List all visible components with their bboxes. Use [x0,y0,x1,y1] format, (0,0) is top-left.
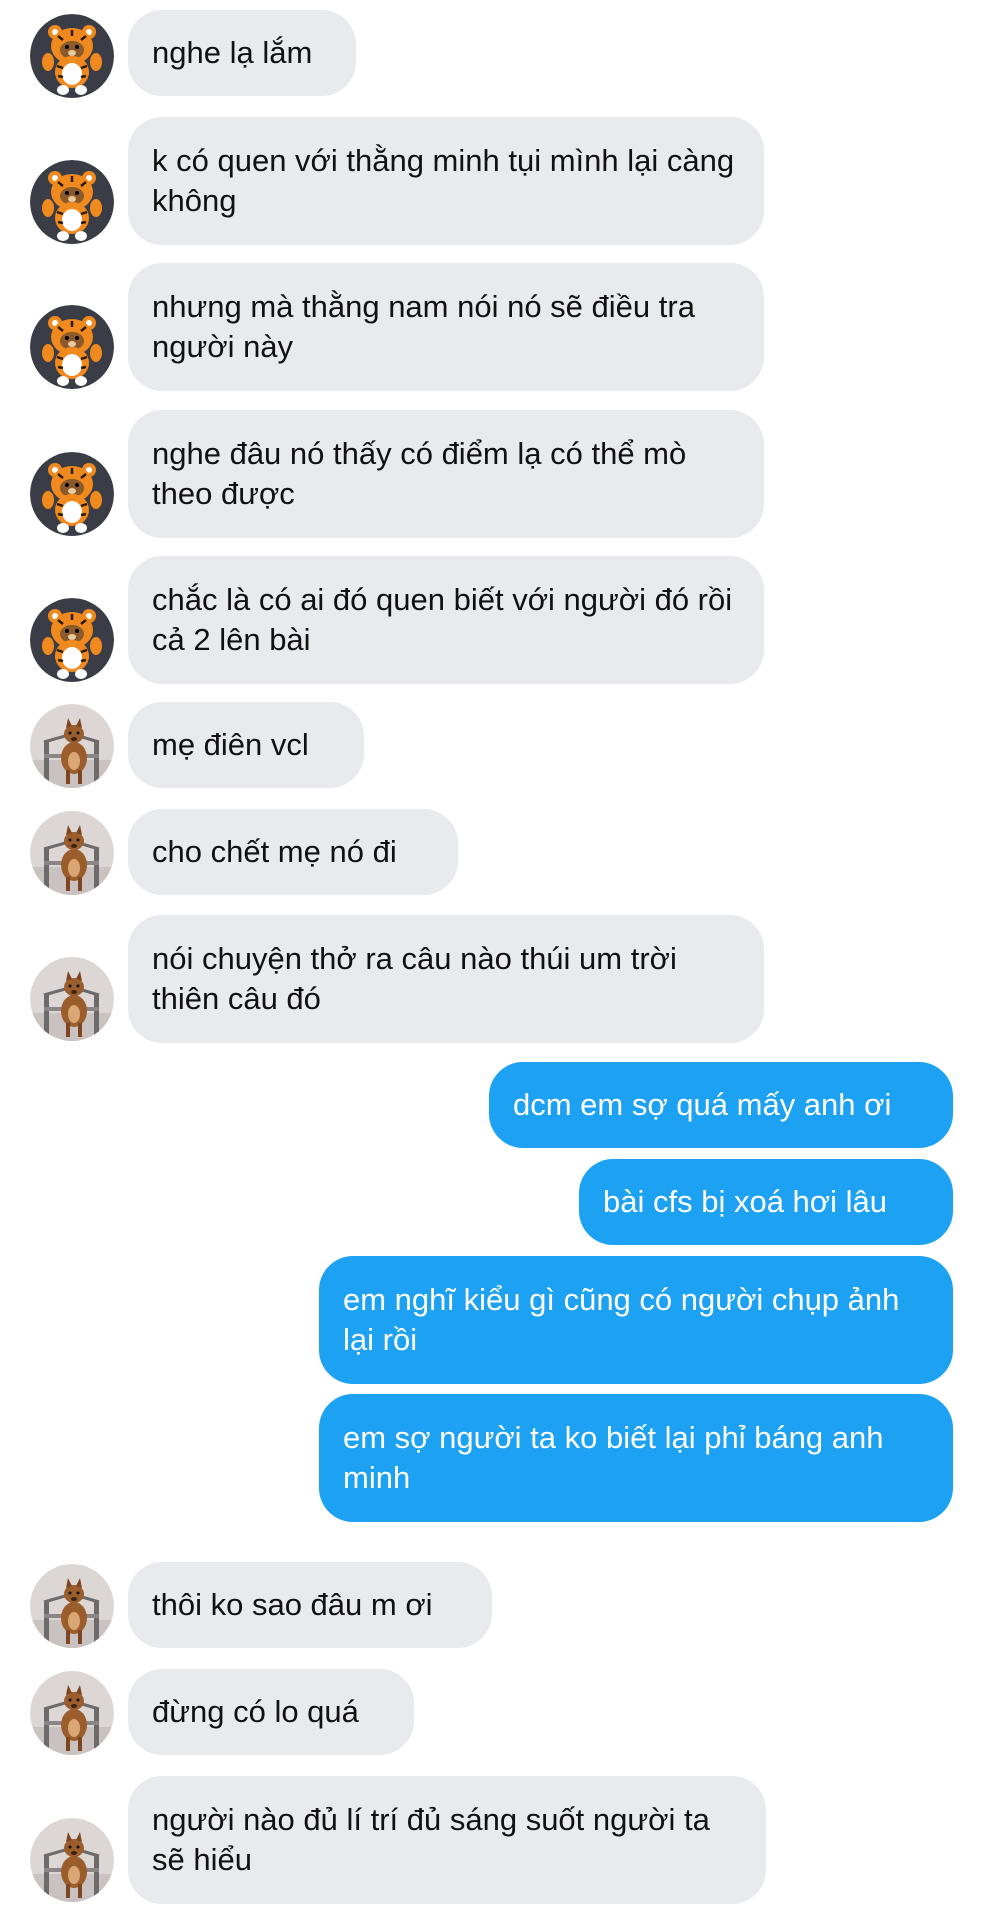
message-row: đừng có lo quá [0,1669,981,1755]
message-row: chắc là có ai đó quen biết với người đó … [0,556,981,684]
message-row: thôi ko sao đâu m ơi [0,1562,981,1648]
message-row: k có quen với thằng minh tụi mình lại cà… [0,117,981,245]
message-bubble[interactable]: đừng có lo quá [128,1669,414,1755]
message-row: nói chuyện thở ra câu nào thúi um trời t… [0,915,981,1043]
message-bubble[interactable]: em sợ người ta ko biết lại phỉ báng anh … [319,1394,953,1522]
message-bubble[interactable]: k có quen với thằng minh tụi mình lại cà… [128,117,764,245]
fox-avatar-icon[interactable] [30,1671,114,1755]
message-bubble[interactable]: mẹ điên vcl [128,702,364,788]
fox-avatar-icon[interactable] [30,1818,114,1902]
tiger-avatar-icon[interactable] [30,598,114,682]
fox-avatar-icon[interactable] [30,957,114,1041]
message-row: nghe đâu nó thấy có điểm lạ có thể mò th… [0,410,981,538]
fox-avatar-icon[interactable] [30,1564,114,1648]
tiger-avatar-icon[interactable] [30,452,114,536]
message-bubble[interactable]: nghe lạ lắm [128,10,356,96]
message-bubble[interactable]: nói chuyện thở ra câu nào thúi um trời t… [128,915,764,1043]
message-bubble[interactable]: cho chết mẹ nó đi [128,809,458,895]
message-bubble[interactable]: thôi ko sao đâu m ơi [128,1562,492,1648]
message-bubble[interactable]: nhưng mà thằng nam nói nó sẽ điều tra ng… [128,263,764,391]
message-row: mẹ điên vcl [0,702,981,788]
tiger-avatar-icon[interactable] [30,14,114,98]
message-bubble[interactable]: dcm em sợ quá mấy anh ơi [489,1062,953,1148]
tiger-avatar-icon[interactable] [30,160,114,244]
tiger-avatar-icon[interactable] [30,305,114,389]
message-row: cho chết mẹ nó đi [0,809,981,895]
message-bubble[interactable]: nghe đâu nó thấy có điểm lạ có thể mò th… [128,410,764,538]
message-bubble[interactable]: chắc là có ai đó quen biết với người đó … [128,556,764,684]
message-bubble[interactable]: em nghĩ kiểu gì cũng có người chụp ảnh l… [319,1256,953,1384]
fox-avatar-icon[interactable] [30,811,114,895]
message-bubble[interactable]: người nào đủ lí trí đủ sáng suốt người t… [128,1776,766,1904]
message-row: nghe lạ lắm [0,10,981,96]
fox-avatar-icon[interactable] [30,704,114,788]
message-bubble[interactable]: bài cfs bị xoá hơi lâu [579,1159,953,1245]
message-row: người nào đủ lí trí đủ sáng suốt người t… [0,1776,981,1904]
message-row: nhưng mà thằng nam nói nó sẽ điều tra ng… [0,263,981,391]
